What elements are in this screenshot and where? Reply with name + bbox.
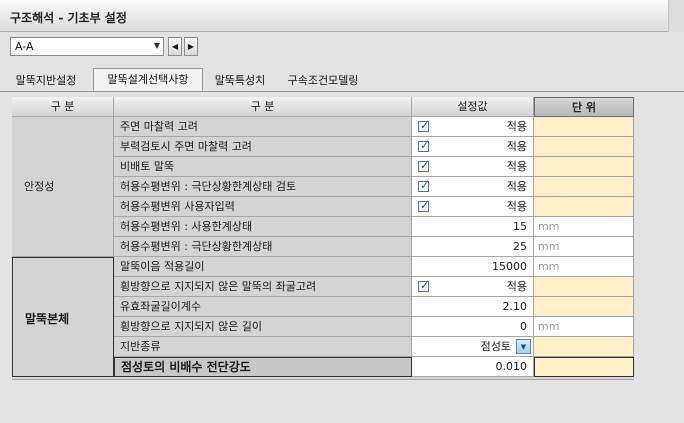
unit-cell: mm — [534, 217, 634, 237]
chevron-down-icon[interactable]: ▼ — [516, 339, 531, 354]
row-label: 횡방향으로 지지되지 않은 말뚝의 좌굴고려 — [114, 277, 412, 297]
unit-cell — [534, 277, 634, 297]
unit-cell — [534, 117, 634, 137]
tab-pile-ground[interactable]: 말뚝지반설정 — [0, 72, 92, 91]
grid-bottom-border — [12, 379, 634, 380]
ground-type-select[interactable]: 점성토 ▼ — [412, 337, 534, 357]
check-icon: ✓ — [420, 279, 430, 292]
value-cell[interactable]: ✓ 적용 — [412, 137, 534, 157]
checkbox[interactable]: ✓ — [418, 179, 430, 192]
row-label: 허용수평변위 : 극단상황한계상태 — [114, 237, 412, 257]
triangle-right-icon: ▶ — [187, 42, 195, 51]
row-label: 허용수평변위 : 사용한계상태 — [114, 217, 412, 237]
unit-cell — [534, 137, 634, 157]
value-text: 적용 — [506, 120, 527, 133]
header-item: 구 분 — [114, 97, 412, 117]
value-cell[interactable]: ✓ 적용 — [412, 197, 534, 217]
group-pile-body: 말뚝본체 — [12, 257, 114, 377]
unit-cell — [534, 197, 634, 217]
tab-restraint-modeling[interactable]: 구속조건모델링 — [276, 72, 370, 91]
value-cell[interactable]: ✓ 적용 — [412, 177, 534, 197]
check-icon: ✓ — [420, 119, 430, 132]
chevron-down-icon: ▼ — [153, 41, 160, 50]
check-icon: ✓ — [420, 199, 430, 212]
value-text: 적용 — [506, 160, 527, 173]
value-text: 0.010 — [495, 360, 528, 373]
unit-cell — [534, 357, 634, 377]
value-text: 적용 — [506, 200, 527, 213]
unit-cell: mm — [534, 257, 634, 277]
row-label: 비배토 말뚝 — [114, 157, 412, 177]
row-label: 지반종류 — [114, 337, 412, 357]
unit-cell — [534, 157, 634, 177]
check-icon: ✓ — [420, 139, 430, 152]
next-section-button[interactable]: ▶ — [184, 37, 198, 56]
check-icon: ✓ — [420, 159, 430, 172]
prev-section-button[interactable]: ◀ — [168, 37, 182, 56]
value-cell[interactable]: 15 — [412, 217, 534, 237]
unit-cell — [534, 337, 634, 357]
checkbox[interactable]: ✓ — [418, 159, 430, 172]
value-text: 0 — [520, 320, 527, 333]
value-text: 적용 — [506, 280, 527, 293]
value-text: 25 — [513, 240, 527, 253]
value-text: 2.10 — [502, 300, 528, 313]
triangle-left-icon: ◀ — [171, 42, 179, 51]
header-unit: 단 위 — [534, 97, 634, 117]
section-select-value: A-A — [15, 40, 34, 53]
section-select[interactable]: A-A ▼ — [10, 37, 164, 56]
value-cell[interactable]: 2.10 — [412, 297, 534, 317]
unit-cell — [534, 177, 634, 197]
check-icon: ✓ — [420, 179, 430, 192]
row-label: 점성토의 비배수 전단강도 — [114, 357, 412, 377]
tab-strip: 말뚝지반설정 말뚝설계선택사항 말뚝특성치 구속조건모델링 — [0, 68, 684, 92]
value-text: 적용 — [506, 180, 527, 193]
value-text: 15000 — [492, 260, 527, 273]
value-text: 적용 — [506, 140, 527, 153]
row-label: 횡방향으로 지지되지 않은 길이 — [114, 317, 412, 337]
group-label: 말뚝본체 — [25, 312, 70, 326]
settings-grid: 구 분 구 분 설정값 단 위 안정성 말뚝본체 주면 마찰력 고려 ✓ 적용 … — [12, 97, 634, 379]
checkbox[interactable]: ✓ — [418, 279, 430, 292]
group-label: 안정성 — [24, 180, 55, 193]
row-label: 말뚝이음 적용길이 — [114, 257, 412, 277]
header-value: 설정값 — [412, 97, 534, 117]
value-cell[interactable]: 0 — [412, 317, 534, 337]
tab-pile-design-options[interactable]: 말뚝설계선택사항 — [93, 68, 203, 92]
tab-pile-properties[interactable]: 말뚝특성치 — [204, 72, 276, 91]
row-label: 허용수평변위 : 극단상황한계상태 검토 — [114, 177, 412, 197]
scrollbar[interactable] — [668, 0, 684, 32]
value-text: 15 — [513, 220, 527, 233]
group-stability: 안정성 — [12, 117, 114, 257]
unit-cell — [534, 297, 634, 317]
unit-cell: mm — [534, 237, 634, 257]
value-cell[interactable]: 15000 — [412, 257, 534, 277]
value-cell[interactable]: 25 — [412, 237, 534, 257]
row-label: 유효좌굴길이계수 — [114, 297, 412, 317]
value-cell[interactable]: ✓ 적용 — [412, 157, 534, 177]
header-category: 구 분 — [12, 97, 114, 117]
checkbox[interactable]: ✓ — [418, 139, 430, 152]
checkbox[interactable]: ✓ — [418, 199, 430, 212]
value-cell[interactable]: ✓ 적용 — [412, 277, 534, 297]
value-cell[interactable]: 0.010 — [412, 357, 534, 377]
checkbox[interactable]: ✓ — [418, 119, 430, 132]
value-cell[interactable]: ✓ 적용 — [412, 117, 534, 137]
row-label: 허용수평변위 사용자입력 — [114, 197, 412, 217]
row-label: 부력검토시 주면 마찰력 고려 — [114, 137, 412, 157]
title-bar: 구조해석 - 기초부 설정 — [0, 0, 684, 32]
tab-divider — [0, 91, 684, 92]
value-text: 점성토 — [480, 340, 511, 353]
window-title: 구조해석 - 기초부 설정 — [10, 11, 127, 25]
unit-cell: mm — [534, 317, 634, 337]
row-label: 주면 마찰력 고려 — [114, 117, 412, 137]
